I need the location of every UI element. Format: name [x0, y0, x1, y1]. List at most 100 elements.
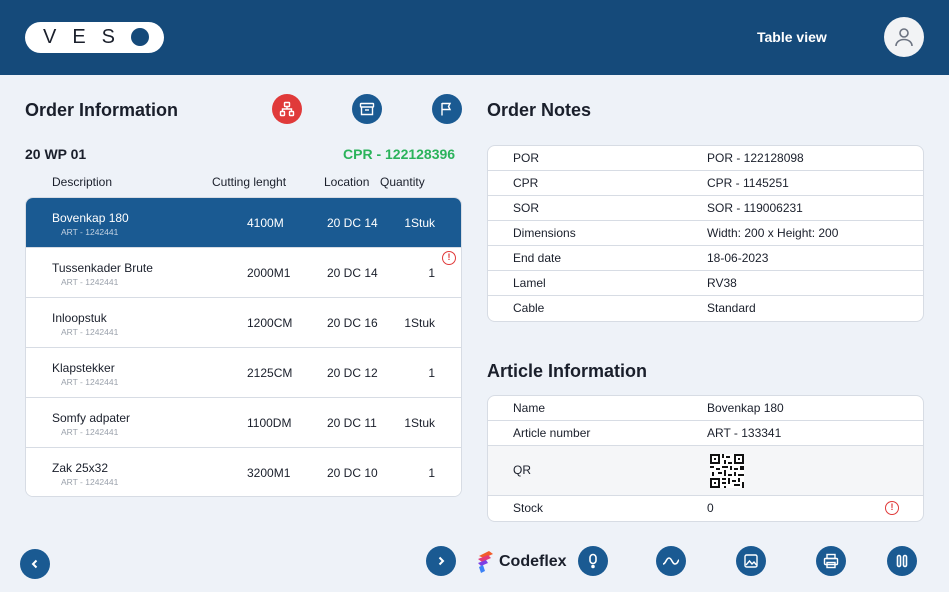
article-key: QR	[513, 463, 531, 477]
notes-row-lamel: Lamel RV38	[488, 271, 923, 296]
order-information-title: Order Information	[25, 100, 179, 120]
logo-dot	[131, 28, 149, 46]
row-cutting-length: 2000M1	[247, 266, 291, 280]
row-description: Klapstekker	[52, 361, 115, 375]
flag-button[interactable]	[432, 94, 462, 124]
article-row-stock: Stock 0 !	[488, 496, 923, 521]
row-quantity: 1Stuk	[404, 216, 435, 230]
notes-key: SOR	[513, 201, 540, 215]
row-description: Zak 25x32	[52, 461, 109, 475]
order-row[interactable]: Zak 25x32 ART - 1242441 3200M1 20 DC 10 …	[26, 448, 461, 496]
article-value: Bovenkap 180	[707, 401, 784, 415]
notes-row-dimensions: Dimensions Width: 200 x Height: 200	[488, 221, 923, 246]
notes-value: 18-06-2023	[707, 251, 769, 265]
order-row[interactable]: Klapstekker ART - 1242441 2125CM 20 DC 1…	[26, 348, 461, 398]
article-key: Stock	[513, 501, 544, 515]
row-cutting-length: 4100M	[247, 216, 284, 230]
row-quantity: 1	[428, 466, 435, 480]
row-article: ART - 1242441	[61, 377, 119, 387]
pause-button[interactable]	[887, 546, 917, 576]
logo-text: VES	[43, 26, 132, 48]
row-location: 20 DC 11	[327, 416, 377, 430]
notes-key: Dimensions	[513, 226, 576, 240]
next-button[interactable]	[426, 546, 456, 576]
cpr-code: CPR - 122128396	[343, 146, 456, 162]
notes-key: CPR	[513, 176, 539, 190]
article-row-number: Article number ART - 133341	[488, 421, 923, 446]
row-description: Tussenkader Brute	[52, 261, 153, 275]
row-location: 20 DC 16	[327, 316, 378, 330]
row-cutting-length: 3200M1	[247, 466, 291, 480]
notes-key: POR	[513, 151, 540, 165]
hierarchy-button[interactable]	[272, 94, 302, 124]
article-row-qr: QR	[488, 446, 923, 496]
article-key: Name	[513, 401, 546, 415]
notes-row-cable: Cable Standard	[488, 296, 923, 321]
row-description: Inloopstuk	[52, 311, 107, 325]
row-quantity: 1	[428, 366, 435, 380]
notes-key: Lamel	[513, 276, 546, 290]
notes-value: SOR - 119006231	[707, 201, 803, 215]
route-icon	[662, 557, 680, 565]
row-description: Bovenkap 180	[52, 211, 129, 225]
user-avatar-button[interactable]	[884, 17, 924, 57]
top-bar: VES Table view	[0, 0, 949, 75]
qr-code-icon[interactable]	[710, 454, 744, 488]
order-row[interactable]: Bovenkap 180 ART - 1242441 4100M 20 DC 1…	[26, 198, 461, 248]
user-icon	[895, 28, 913, 47]
route-button[interactable]	[656, 546, 686, 576]
archive-button[interactable]	[352, 94, 382, 124]
article-info-table: Name Bovenkap 180 Article number ART - 1…	[487, 395, 924, 522]
row-cutting-length: 2125CM	[247, 366, 293, 380]
row-cutting-length: 1100DM	[247, 416, 292, 430]
article-key: Article number	[513, 426, 591, 440]
notes-value: Standard	[707, 301, 756, 315]
notes-row-por: POR POR - 122128098	[488, 146, 923, 171]
article-row-name: Name Bovenkap 180	[488, 396, 923, 421]
row-article: ART - 1242441	[61, 277, 119, 287]
chevron-right-icon	[438, 556, 445, 566]
codeflex-brand: Codeflex	[477, 550, 567, 574]
info-button[interactable]	[578, 546, 608, 576]
order-notes-table: POR POR - 122128098 CPR CPR - 1145251 SO…	[487, 145, 924, 322]
print-button[interactable]	[816, 546, 846, 576]
order-row[interactable]: Tussenkader Brute ART - 1242441 2000M1 2…	[26, 248, 461, 298]
order-notes-title: Order Notes	[487, 100, 592, 120]
row-article: ART - 1242441	[61, 327, 119, 337]
row-quantity: 1Stuk	[404, 416, 435, 430]
article-value: ART - 133341	[707, 426, 782, 440]
order-row[interactable]: Somfy adpater ART - 1242441 1100DM 20 DC…	[26, 398, 461, 448]
work-package-code: 20 WP 01	[25, 146, 87, 162]
order-items-list: Bovenkap 180 ART - 1242441 4100M 20 DC 1…	[25, 197, 462, 497]
order-row[interactable]: Inloopstuk ART - 1242441 1200CM 20 DC 16…	[26, 298, 461, 348]
row-location: 20 DC 10	[327, 466, 378, 480]
column-description: Description	[52, 175, 113, 189]
row-description: Somfy adpater	[52, 411, 131, 425]
notes-key: End date	[513, 251, 562, 265]
column-location: Location	[324, 175, 370, 189]
notes-row-end-date: End date 18-06-2023	[488, 246, 923, 271]
warning-icon[interactable]: !	[442, 251, 456, 265]
row-cutting-length: 1200CM	[247, 316, 293, 330]
stock-warning-icon[interactable]: !	[885, 501, 899, 515]
alert-icon	[589, 553, 597, 569]
table-view-link[interactable]: Table view	[757, 29, 827, 45]
row-location: 20 DC 12	[327, 366, 378, 380]
notes-row-sor: SOR SOR - 119006231	[488, 196, 923, 221]
hierarchy-icon	[279, 101, 295, 117]
printer-icon	[823, 553, 839, 569]
flag-icon	[441, 102, 452, 116]
previous-button[interactable]	[20, 549, 50, 579]
row-article: ART - 1242441	[61, 427, 119, 437]
row-article: ART - 1242441	[61, 477, 119, 487]
column-quantity: Quantity	[380, 175, 425, 189]
image-button[interactable]	[736, 546, 766, 576]
row-location: 20 DC 14	[327, 216, 378, 230]
brand-name: Codeflex	[499, 553, 567, 570]
notes-row-cpr: CPR CPR - 1145251	[488, 171, 923, 196]
row-quantity: 1	[428, 266, 435, 280]
notes-value: RV38	[707, 276, 737, 290]
column-cutting-length: Cutting lenght	[212, 175, 287, 189]
app-logo[interactable]: VES	[25, 22, 164, 53]
notes-value: POR - 122128098	[707, 151, 804, 165]
